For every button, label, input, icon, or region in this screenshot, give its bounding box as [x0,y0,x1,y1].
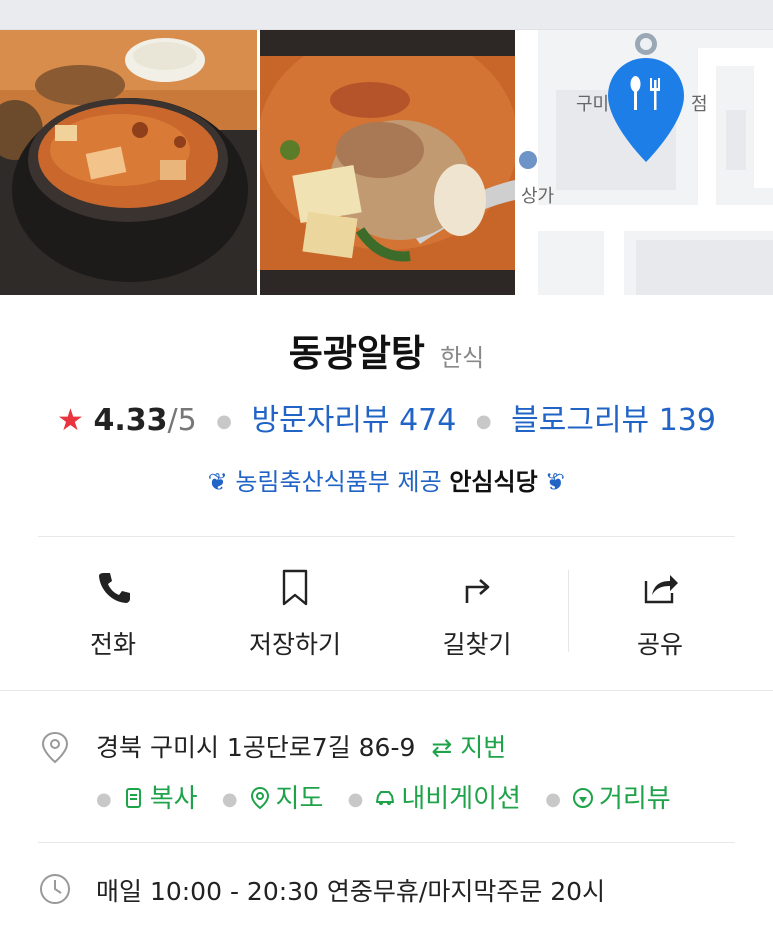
divider [0,690,773,691]
rating-score: 4.33 [93,403,168,438]
share-icon [644,575,678,604]
blog-reviews-link[interactable]: 블로그리뷰 139 [511,403,716,438]
address-text: 경북 구미시 1공단로7길 86-9 [96,733,416,762]
cert-badge-text: 안심식당 [449,468,538,496]
visitor-reviews-link[interactable]: 방문자리뷰 474 [252,403,457,438]
copy-icon [125,788,141,808]
separator-dot: ● [96,789,112,810]
copy-address-link[interactable]: 복사 [122,784,198,814]
photo-stew-pot[interactable] [0,30,257,295]
place-name: 동광알탕 [288,332,425,375]
car-icon [376,791,395,805]
street-view-label: 거리뷰 [598,784,671,814]
phone-icon [99,573,130,603]
photo-stew-spoon[interactable] [260,30,515,295]
street-view-link[interactable]: 거리뷰 [571,784,671,814]
navigation-link[interactable]: 내비게이션 [373,784,521,814]
cert-provider: 농림축산식품부 제공 [235,468,442,496]
share-button[interactable]: 공유 [575,545,745,685]
divider [38,842,735,843]
location-pin-icon [41,731,69,764]
rating-max: /5 [167,403,197,438]
directions-button[interactable]: 길찾기 [392,545,562,685]
laurel-right-icon: ❦ [545,468,566,496]
save-button[interactable]: 저장하기 [210,545,380,685]
separator-dot: ● [347,789,364,810]
action-divider [568,570,569,652]
divider [38,536,735,537]
directions-icon [465,579,490,603]
directions-label: 길찾기 [442,630,512,659]
hours-section[interactable]: 매일 10:00 - 20:30 연중무휴/마지막주문 20시 [0,872,773,912]
place-category: 한식 [440,344,485,372]
place-header: 동광알탕 한식 [0,323,773,377]
map-label-top-right: 점 [691,94,708,115]
navigation-label: 내비게이션 [401,784,521,814]
map-pin-small-icon [250,786,269,810]
safe-restaurant-badge[interactable]: ❦ 농림축산식품부 제공 안심식당 ❦ [0,462,773,497]
address-section: 경북 구미시 1공단로7길 86-9 ⇄ 지번 ● 복사 ● 지도 ● 내비게이션 ●… [0,728,773,828]
laurel-left-icon: ❦ [207,468,228,496]
star-icon: ★ [57,403,84,438]
copy-label: 복사 [149,784,198,814]
map-label-left: 상가 [521,186,554,207]
separator-dot: ● [545,789,561,810]
stats-row: ★ 4.33/5 ● 방문자리뷰 474 ● 블로그리뷰 139 [0,395,773,439]
separator-dot: ● [221,789,238,810]
photo-strip: 구미 점 상가 [0,30,773,295]
call-button[interactable]: 전화 [28,545,198,685]
top-bar [0,0,773,30]
save-label: 저장하기 [248,630,341,659]
separator-dot: ● [216,411,232,432]
street-view-icon [572,788,593,808]
separator-dot: ● [475,411,492,432]
bookmark-icon [282,569,308,606]
share-label: 공유 [636,630,683,659]
hours-text: 매일 10:00 - 20:30 연중무휴/마지막주문 20시 [96,877,606,906]
lot-number-toggle[interactable]: ⇄ 지번 [431,733,506,762]
clock-icon [40,874,70,904]
map-label: 지도 [275,784,324,814]
map-link[interactable]: 지도 [248,784,324,814]
action-bar: 전화 저장하기 길찾기 공유 [0,545,773,685]
call-label: 전화 [89,630,136,659]
mini-map[interactable]: 구미 점 상가 [516,30,773,295]
map-label-top: 구미 [576,94,609,115]
